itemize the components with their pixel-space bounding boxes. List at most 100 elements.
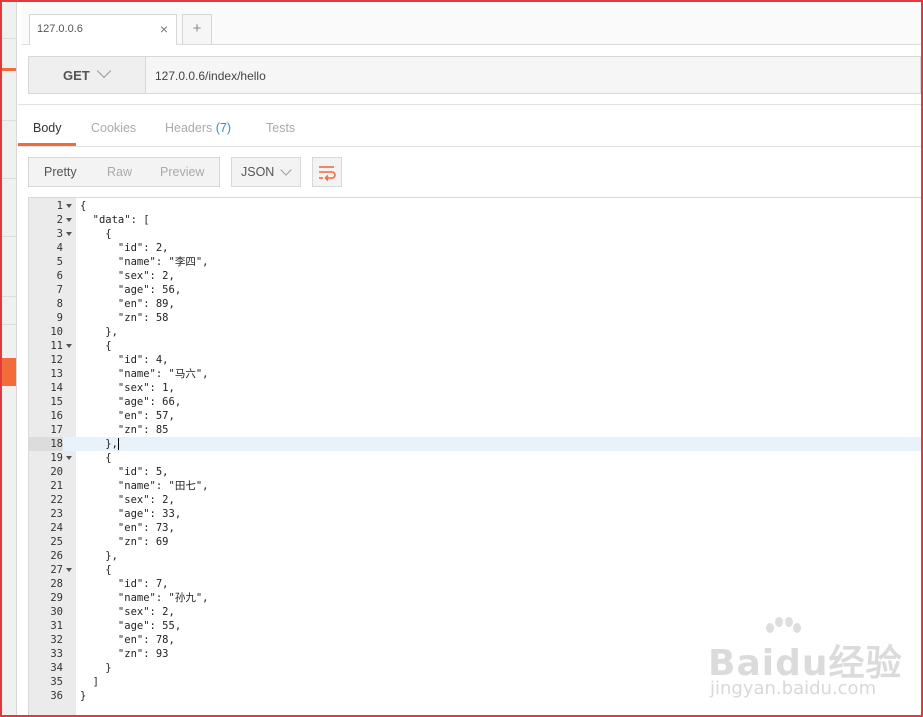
language-select[interactable]: JSON [231,157,301,187]
line-number: 5 [56,256,63,268]
chevron-down-icon [96,63,112,79]
request-tab[interactable]: 127.0.0.6 × [29,14,177,45]
code-text: "id": 2, [80,242,169,254]
code-line[interactable]: 18 }, [29,437,921,451]
fold-arrow-icon[interactable] [66,456,72,460]
chevron-down-icon [280,164,292,176]
line-number: 12 [50,354,63,366]
line-number: 34 [50,662,63,674]
code-line[interactable]: 23 "age": 33, [29,507,921,521]
code-line[interactable]: 25 "zn": 69 [29,535,921,549]
tab-tests[interactable]: Tests [266,121,295,135]
code-line[interactable]: 16 "en": 57, [29,409,921,423]
code-line[interactable]: 28 "id": 7, [29,577,921,591]
code-line[interactable]: 7 "age": 56, [29,283,921,297]
sidebar-selected-item[interactable] [2,358,16,386]
code-text: "en": 57, [80,410,175,422]
format-pretty-button[interactable]: Pretty [44,165,77,179]
code-line[interactable]: 20 "id": 5, [29,465,921,479]
code-text: "zn": 58 [80,312,169,324]
code-line[interactable]: 17 "zn": 85 [29,423,921,437]
code-text: "en": 78, [80,634,175,646]
line-number: 10 [50,326,63,338]
code-line[interactable]: 5 "name": "李四", [29,255,921,269]
fold-arrow-icon[interactable] [66,218,72,222]
code-line[interactable]: 29 "name": "孙九", [29,591,921,605]
format-preview-button[interactable]: Preview [160,165,204,179]
headers-count-badge: (7) [215,121,232,135]
code-line[interactable]: 22 "sex": 2, [29,493,921,507]
line-number: 35 [50,676,63,688]
app-window: 127.0.0.6 × + GET 127.0.0.6/index/hello … [0,0,923,717]
line-number: 17 [50,424,63,436]
code-line[interactable]: 15 "age": 66, [29,395,921,409]
line-number: 21 [50,480,63,492]
code-text: "zn": 69 [80,536,169,548]
new-tab-button[interactable]: + [182,14,212,44]
tab-headers[interactable]: Headers (7) [165,121,231,135]
line-number: 19 [50,452,63,464]
wrap-lines-button[interactable] [312,157,342,187]
line-number: 25 [50,536,63,548]
request-tab-label: 127.0.0.6 [37,23,83,35]
code-line[interactable]: 13 "name": "马六", [29,367,921,381]
code-text: } [80,662,112,674]
format-toggle-group: Pretty Raw Preview [28,157,220,187]
code-line[interactable]: 26 }, [29,549,921,563]
line-number: 6 [56,270,63,282]
code-text: "name": "李四", [80,256,209,268]
close-icon[interactable]: × [160,21,168,37]
line-number: 20 [50,466,63,478]
line-number: 7 [56,284,63,296]
code-line[interactable]: 1{ [29,199,921,213]
code-text: "name": "田七", [80,480,209,492]
code-line[interactable]: 19 { [29,451,921,465]
code-line[interactable]: 3 { [29,227,921,241]
code-text: { [80,228,112,240]
code-text: "data": [ [80,214,150,226]
code-line[interactable]: 21 "name": "田七", [29,479,921,493]
sidebar-edge [2,2,17,715]
code-line[interactable]: 14 "sex": 1, [29,381,921,395]
tab-body[interactable]: Body [33,121,62,135]
code-line[interactable]: 10 }, [29,325,921,339]
line-number: 15 [50,396,63,408]
url-bar: GET 127.0.0.6/index/hello [28,56,921,94]
divider [18,104,921,105]
format-raw-button[interactable]: Raw [107,165,132,179]
code-line[interactable]: 24 "en": 73, [29,521,921,535]
code-text: "age": 56, [80,284,182,296]
code-text: }, [80,438,118,450]
fold-arrow-icon[interactable] [66,568,72,572]
line-number: 18 [29,437,63,451]
method-select[interactable]: GET [29,57,146,93]
code-line[interactable]: 8 "en": 89, [29,297,921,311]
line-number: 1 [56,200,63,212]
line-number: 13 [50,368,63,380]
response-tabs: Body Cookies Headers (7) Tests [18,106,921,147]
code-line[interactable]: 2 "data": [ [29,213,921,227]
line-number: 22 [50,494,63,506]
line-number: 23 [50,508,63,520]
url-input[interactable]: 127.0.0.6/index/hello [155,69,266,83]
code-line[interactable]: 6 "sex": 2, [29,269,921,283]
fold-arrow-icon[interactable] [66,232,72,236]
code-line[interactable]: 27 { [29,563,921,577]
line-number: 16 [50,410,63,422]
code-text: "zn": 93 [80,648,169,660]
code-text: "en": 73, [80,522,175,534]
tab-cookies[interactable]: Cookies [91,121,136,135]
code-line[interactable]: 11 { [29,339,921,353]
code-text: "sex": 2, [80,606,175,618]
code-line[interactable]: 12 "id": 4, [29,353,921,367]
fold-arrow-icon[interactable] [66,204,72,208]
line-number: 14 [50,382,63,394]
code-text: "id": 4, [80,354,169,366]
wrap-icon [319,166,336,182]
code-line[interactable]: 4 "id": 2, [29,241,921,255]
sidebar-accent [2,68,16,71]
fold-arrow-icon[interactable] [66,344,72,348]
code-text: { [80,564,112,576]
code-text: ] [80,676,99,688]
code-line[interactable]: 9 "zn": 58 [29,311,921,325]
